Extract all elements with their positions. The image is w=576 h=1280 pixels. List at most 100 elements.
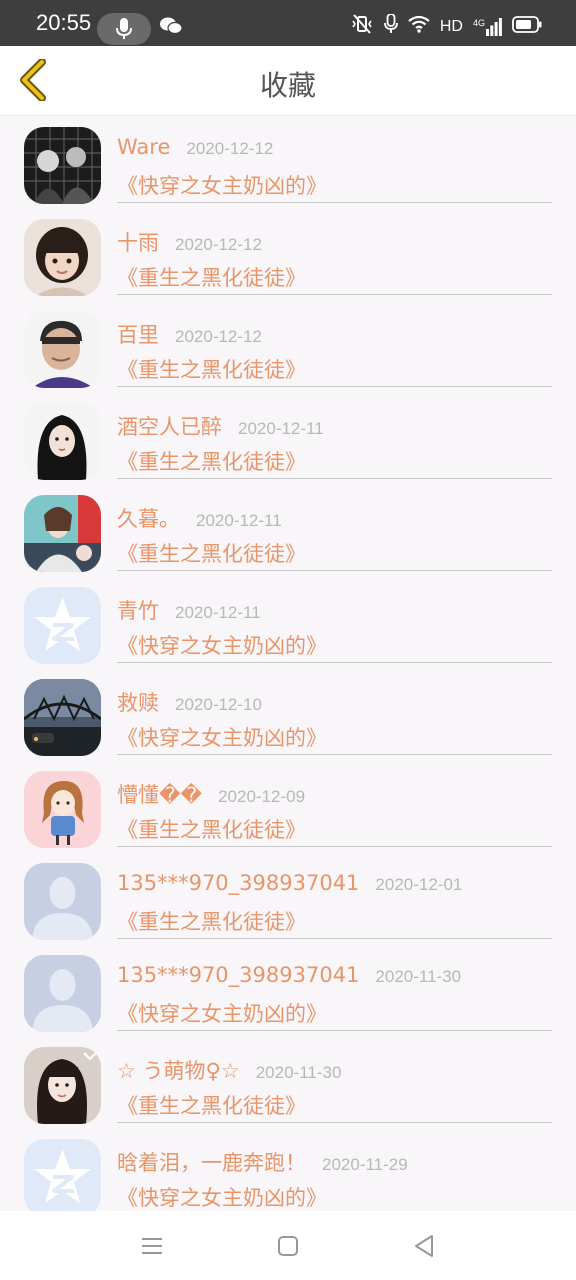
item-header: Ware 2020-12-12 — [117, 135, 273, 159]
divider — [117, 294, 552, 295]
avatar[interactable] — [24, 771, 101, 848]
divider — [117, 386, 552, 387]
divider — [117, 478, 552, 479]
favorite-date: 2020-12-11 — [238, 419, 324, 438]
user-name[interactable]: Ware — [117, 135, 170, 159]
list-item[interactable]: 救赎 2020-12-10 《快穿之女主奶凶的》 — [0, 669, 576, 761]
wifi-icon — [408, 15, 430, 38]
favorite-date: 2020-12-10 — [175, 695, 262, 714]
item-header: 久暮。 2020-12-11 — [117, 503, 282, 533]
book-title: 《重生之黑化徒徒》 — [117, 910, 306, 934]
item-header: 百里 2020-12-12 — [117, 319, 262, 349]
book-title: 《重生之黑化徒徒》 — [117, 266, 306, 290]
back-triangle-icon[interactable] — [411, 1233, 437, 1259]
user-name[interactable]: ☆ う萌物♀☆ — [117, 1055, 240, 1085]
list-item[interactable]: 135***970_398937041 2020-12-01 《重生之黑化徒徒》 — [0, 853, 576, 945]
avatar[interactable] — [24, 1047, 101, 1124]
avatar[interactable] — [24, 955, 101, 1032]
avatar[interactable] — [24, 403, 101, 480]
list-item[interactable]: Ware 2020-12-12 《快穿之女主奶凶的》 — [0, 117, 576, 209]
avatar[interactable] — [24, 1139, 101, 1211]
book-title: 《重生之黑化徒徒》 — [117, 358, 306, 382]
item-header: 十雨 2020-12-12 — [117, 227, 262, 257]
user-name[interactable]: 135***970_398937041 — [117, 963, 359, 987]
user-name[interactable]: 久暮。 — [117, 503, 180, 533]
book-title: 《快穿之女主奶凶的》 — [117, 1186, 327, 1210]
divider — [117, 1122, 552, 1123]
signal-icon: 4G — [472, 17, 502, 36]
list-item[interactable]: 135***970_398937041 2020-11-30 《快穿之女主奶凶的》 — [0, 945, 576, 1037]
divider — [117, 570, 552, 571]
mic-icon — [97, 13, 151, 45]
avatar[interactable] — [24, 495, 101, 572]
system-nav-bar — [0, 1211, 576, 1280]
book-title: 《快穿之女主奶凶的》 — [117, 634, 327, 658]
divider — [117, 1030, 552, 1031]
book-title: 《快穿之女主奶凶的》 — [117, 1002, 327, 1026]
list-item[interactable]: ☆ う萌物♀☆ 2020-11-30 《重生之黑化徒徒》 — [0, 1037, 576, 1129]
page-title: 收藏 — [259, 69, 316, 102]
book-title: 《重生之黑化徒徒》 — [117, 818, 306, 842]
wechat-icon — [160, 17, 183, 39]
avatar[interactable] — [24, 311, 101, 388]
item-header: 135***970_398937041 2020-12-01 — [117, 871, 462, 895]
avatar[interactable] — [24, 219, 101, 296]
item-header: 晗着泪，一鹿奔跑！ 2020-11-29 — [117, 1147, 408, 1177]
avatar[interactable] — [24, 679, 101, 756]
favorites-list[interactable]: Ware 2020-12-12 《快穿之女主奶凶的》 十雨 2020-12-12 《重生之… — [0, 117, 576, 1211]
divider — [117, 938, 552, 939]
network-hd-label: HD — [439, 17, 463, 35]
favorite-date: 2020-12-12 — [175, 327, 262, 346]
home-square-icon[interactable] — [275, 1233, 301, 1259]
signal-label: 4G — [472, 17, 485, 28]
favorite-date: 2020-11-30 — [375, 967, 462, 986]
book-title: 《快穿之女主奶凶的》 — [117, 174, 327, 198]
status-time: 20:55 — [36, 10, 92, 35]
favorite-date: 2020-12-11 — [196, 511, 282, 530]
vibrate-mute-icon — [350, 14, 374, 39]
divider — [117, 662, 552, 663]
divider — [117, 202, 552, 203]
microphone-icon — [383, 13, 398, 39]
list-item[interactable]: 青竹 2020-12-11 《快穿之女主奶凶的》 — [0, 577, 576, 669]
favorite-date: 2020-11-29 — [322, 1155, 408, 1174]
avatar[interactable] — [24, 863, 101, 940]
user-name[interactable]: 晗着泪，一鹿奔跑！ — [117, 1147, 306, 1177]
user-name[interactable]: 青竹 — [117, 595, 159, 625]
list-item[interactable]: 久暮。 2020-12-11 《重生之黑化徒徒》 — [0, 485, 576, 577]
divider — [117, 846, 552, 847]
list-item[interactable]: 晗着泪，一鹿奔跑！ 2020-11-29 《快穿之女主奶凶的》 — [0, 1129, 576, 1211]
favorite-date: 2020-12-12 — [186, 139, 274, 158]
user-name[interactable]: 135***970_398937041 — [117, 871, 359, 895]
status-icons: HD 4G — [350, 13, 542, 39]
book-title: 《重生之黑化徒徒》 — [117, 542, 306, 566]
user-name[interactable]: 救赎 — [117, 687, 159, 717]
avatar[interactable] — [24, 587, 101, 664]
book-title: 《重生之黑化徒徒》 — [117, 450, 306, 474]
user-name[interactable]: 懵懂�� — [117, 779, 202, 809]
book-title: 《重生之黑化徒徒》 — [117, 1094, 306, 1118]
divider — [117, 754, 552, 755]
menu-icon[interactable] — [139, 1233, 165, 1259]
status-bar: 20:55 HD 4G — [0, 0, 576, 46]
favorite-date: 2020-12-12 — [175, 235, 262, 254]
user-name[interactable]: 酒空人已醉 — [117, 411, 222, 441]
item-header: 青竹 2020-12-11 — [117, 595, 261, 625]
favorite-date: 2020-11-30 — [255, 1063, 342, 1082]
list-item[interactable]: 懵懂�� 2020-12-09 《重生之黑化徒徒》 — [0, 761, 576, 853]
favorite-date: 2020-12-09 — [218, 787, 306, 806]
item-header: ☆ う萌物♀☆ 2020-11-30 — [117, 1055, 341, 1085]
item-header: 救赎 2020-12-10 — [117, 687, 262, 717]
list-item[interactable]: 百里 2020-12-12 《重生之黑化徒徒》 — [0, 301, 576, 393]
battery-icon — [512, 15, 542, 38]
item-header: 135***970_398937041 2020-11-30 — [117, 963, 461, 987]
avatar[interactable] — [24, 127, 101, 204]
list-item[interactable]: 酒空人已醉 2020-12-11 《重生之黑化徒徒》 — [0, 393, 576, 485]
user-name[interactable]: 十雨 — [117, 227, 159, 257]
list-item[interactable]: 十雨 2020-12-12 《重生之黑化徒徒》 — [0, 209, 576, 301]
book-title: 《快穿之女主奶凶的》 — [117, 726, 327, 750]
favorite-date: 2020-12-01 — [375, 875, 463, 894]
item-header: 懵懂�� 2020-12-09 — [117, 779, 305, 809]
user-name[interactable]: 百里 — [117, 319, 159, 349]
header-bar: 收藏 — [0, 46, 576, 116]
